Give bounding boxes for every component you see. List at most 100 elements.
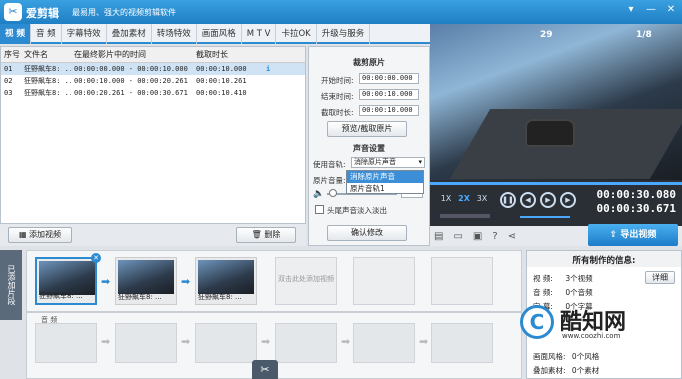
- pause-icon[interactable]: ❚❚: [500, 192, 516, 208]
- row-time: 00:00:10.000 - 00:00:20.261: [74, 77, 188, 85]
- table-row[interactable]: 01 狂野飙车8: ... 00:00:00.000 - 00:00:10.00…: [1, 63, 305, 75]
- hud-score: 29: [540, 30, 553, 40]
- volume-slider-handle[interactable]: [329, 189, 337, 197]
- row-no: 01: [4, 65, 13, 73]
- add-video-slot[interactable]: 双击此处添加视频: [275, 257, 337, 305]
- start-time-field[interactable]: 00:00:00.000: [359, 73, 419, 84]
- close-icon[interactable]: ✕: [664, 4, 678, 15]
- chevron-down-icon: ▾: [418, 158, 422, 166]
- row-no: 03: [4, 89, 13, 97]
- time-display: 00:00:30.080 00:00:30.671: [597, 188, 676, 216]
- audio-slot[interactable]: [275, 323, 337, 363]
- site-watermark: C 酷知网 www.coozhi.com: [520, 300, 660, 345]
- scissors-icon[interactable]: ✂: [252, 360, 278, 379]
- add-video-button[interactable]: ▦ 添加视频: [8, 227, 72, 243]
- share-icon[interactable]: ⋖: [508, 231, 516, 242]
- audio-slot[interactable]: [431, 323, 493, 363]
- audio-slot[interactable]: [35, 323, 97, 363]
- clip-settings-panel: 裁剪原片 开始时间: 00:00:00.000 结束时间: 00:00:10.0…: [308, 46, 430, 246]
- clip-thumbnail: [118, 260, 174, 294]
- row-name: 狂野飙车8: ...: [24, 77, 71, 85]
- play-icon[interactable]: ▶: [540, 192, 556, 208]
- arrow-right-icon: ➡: [101, 335, 111, 348]
- tab-audio[interactable]: 音 频: [31, 24, 62, 44]
- tab-karaoke[interactable]: 卡拉OK: [276, 24, 317, 44]
- export-label: 导出视频: [620, 230, 657, 240]
- preview-trim-button[interactable]: 预览/截取原片: [327, 121, 407, 137]
- details-button[interactable]: 详细: [645, 271, 675, 284]
- table-row[interactable]: 02 狂野飙车8: ... 00:00:10.000 - 00:00:20.26…: [1, 75, 305, 87]
- timeline-clip[interactable]: 狂野飙车8: ...: [115, 257, 177, 305]
- info-value: 0个音频: [565, 288, 593, 297]
- app-slogan: 最易用、强大的视频剪辑软件: [72, 8, 176, 17]
- tab-subtitle[interactable]: 字幕特效: [62, 24, 107, 44]
- end-label: 结束时间:: [321, 92, 354, 101]
- help-icon[interactable]: ?: [492, 231, 497, 242]
- table-row[interactable]: 03 狂野飙车8: ... 00:00:20.261 - 00:00:30.67…: [1, 87, 305, 99]
- added-clips-label: 已添加片段: [0, 250, 22, 320]
- info-icon[interactable]: i: [263, 63, 283, 75]
- delete-button[interactable]: 🗑 删除: [236, 227, 296, 243]
- empty-slot[interactable]: [431, 257, 493, 305]
- end-time-field[interactable]: 00:00:10.000: [359, 89, 419, 100]
- progress-bar[interactable]: [430, 182, 682, 185]
- export-video-button[interactable]: ⇪ 导出视频: [588, 224, 678, 246]
- crop-icon[interactable]: ▤: [434, 231, 443, 242]
- duration-field[interactable]: 00:00:10.000: [359, 105, 419, 116]
- speed-2x[interactable]: 2X: [456, 194, 472, 203]
- next-frame-icon[interactable]: ▶: [560, 192, 576, 208]
- fade-checkbox[interactable]: [315, 205, 324, 214]
- folder-icon[interactable]: ▭: [453, 231, 462, 242]
- minimize-icon[interactable]: —: [644, 4, 658, 15]
- info-value: 0个素材: [571, 366, 600, 375]
- time-total: 00:00:30.671: [596, 202, 676, 215]
- tab-overlay[interactable]: 叠加素材: [107, 24, 152, 44]
- audio-slot[interactable]: [353, 323, 415, 363]
- row-dur: 00:00:10.410: [196, 89, 247, 97]
- track-dropdown: 消除原片声音 原片音轨1: [346, 170, 424, 194]
- duration-label: 截取时长:: [321, 108, 354, 117]
- watermark-url: www.coozhi.com: [562, 332, 621, 340]
- remove-clip-icon[interactable]: ✕: [91, 253, 101, 263]
- speed-1x[interactable]: 1X: [438, 194, 454, 203]
- tab-mtv[interactable]: M T V: [242, 24, 277, 44]
- fade-label: 头尾声音淡入淡出: [327, 206, 387, 215]
- add-video-label: 添加视频: [29, 230, 62, 239]
- main-tabs: 视 频 音 频 字幕特效 叠加素材 转场特效 画面风格 M T V 卡拉OK 升…: [0, 24, 430, 44]
- tab-upgrade[interactable]: 升级与服务: [317, 24, 371, 44]
- timeline-clip[interactable]: 狂野飙车8: ...: [195, 257, 257, 305]
- confirm-button[interactable]: 确认修改: [327, 225, 407, 241]
- audio-slot[interactable]: [195, 323, 257, 363]
- arrow-right-icon: ➡: [341, 335, 351, 348]
- speaker-icon: 🔈: [313, 189, 325, 199]
- empty-slot[interactable]: [353, 257, 415, 305]
- volume-bar[interactable]: [520, 216, 570, 218]
- tab-video[interactable]: 视 频: [0, 24, 31, 44]
- speed-3x[interactable]: 3X: [474, 194, 490, 203]
- row-time: 00:00:00.000 - 00:00:10.000: [74, 65, 188, 73]
- menu-icon[interactable]: ▾: [624, 4, 638, 15]
- scrub-slider[interactable]: [440, 214, 490, 218]
- track-option[interactable]: 原片音轨1: [347, 183, 423, 195]
- audio-slot[interactable]: [115, 323, 177, 363]
- col-time[interactable]: 在最终影片中的时间: [71, 47, 193, 62]
- row-name: 狂野飙车8: ...: [24, 65, 71, 73]
- timeline-clip[interactable]: 狂野飙车8: ...: [35, 257, 97, 305]
- track-select[interactable]: 消除原片声音 ▾: [351, 157, 425, 168]
- table-header: 序号 文件名 在最终影片中的时间 截取时长: [1, 47, 305, 63]
- car-image: [525, 119, 575, 147]
- save-icon[interactable]: ▣: [473, 231, 482, 242]
- clip-caption: 狂野飙车8: ...: [198, 293, 242, 301]
- tab-transition[interactable]: 转场特效: [152, 24, 197, 44]
- col-filename[interactable]: 文件名: [21, 47, 71, 62]
- row-dur: 00:00:10.000: [196, 65, 247, 73]
- film-add-icon: ▦: [18, 230, 27, 239]
- tab-style[interactable]: 画面风格: [197, 24, 242, 44]
- prev-frame-icon[interactable]: ◀: [520, 192, 536, 208]
- row-dur: 00:00:10.261: [196, 77, 247, 85]
- col-duration[interactable]: 截取时长: [193, 47, 263, 62]
- row-time: 00:00:20.261 - 00:00:30.671: [74, 89, 188, 97]
- video-list: 序号 文件名 在最终影片中的时间 截取时长 01 狂野飙车8: ... 00:0…: [0, 46, 306, 224]
- col-no[interactable]: 序号: [1, 47, 21, 62]
- track-option[interactable]: 消除原片声音: [347, 171, 423, 183]
